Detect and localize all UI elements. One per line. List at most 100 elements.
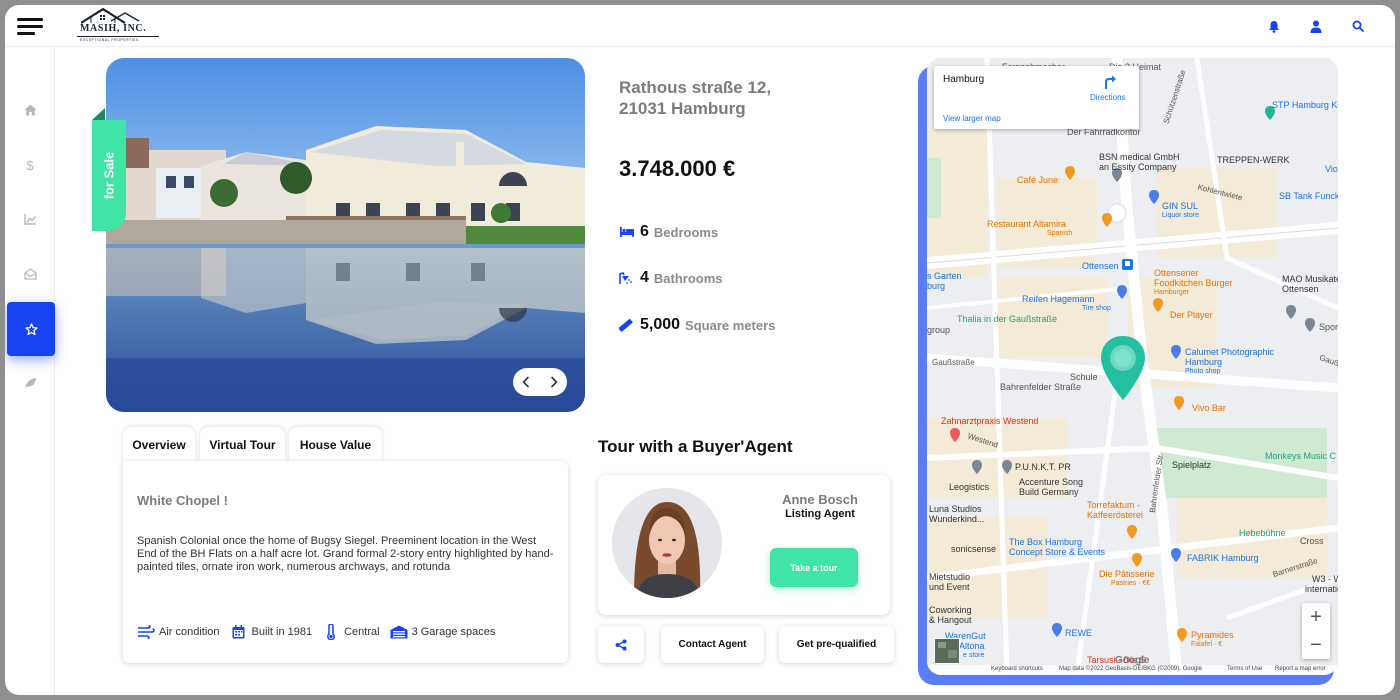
map-label: sonicsense — [951, 544, 997, 554]
share-icon — [615, 639, 627, 650]
overview-description: Spanish Colonial once the home of Bugsy … — [137, 535, 554, 573]
map-label: an Essity Company — [1099, 162, 1177, 172]
bell-icon[interactable] — [1265, 17, 1283, 35]
food-pin-icon — [1153, 298, 1163, 312]
tab-virtual-tour[interactable]: Virtual Tour — [200, 427, 285, 463]
agent-role: Listing Agent — [785, 508, 855, 520]
shop-pin-icon — [1171, 548, 1181, 562]
feature-bathrooms: 4 Bathrooms — [619, 266, 723, 290]
sidebar-item-home[interactable] — [5, 83, 55, 137]
share-button[interactable] — [598, 626, 644, 663]
map-label: Spielplatz — [1172, 460, 1212, 470]
map-label: e store — [963, 652, 985, 659]
map-label: Vivo Bar — [1192, 403, 1226, 413]
map-label: BSN medical GmbH — [1099, 152, 1180, 162]
star-icon — [24, 322, 38, 335]
map-label: Reifen Hagemann — [1022, 294, 1095, 304]
map-label: Concept Store & Events — [1009, 547, 1106, 557]
poi-pin-icon — [1002, 460, 1012, 474]
map-label: Wunderkind... — [929, 514, 985, 524]
sidebar-item-pricing[interactable]: $ — [5, 138, 55, 192]
map-label: Spanish — [1047, 230, 1073, 237]
top-bar: MASIH, INC. EXCEPTIONAL PROPERTIES — [5, 5, 1395, 47]
company-logo[interactable]: MASIH, INC. EXCEPTIONAL PROPERTIES — [77, 7, 161, 45]
chart-icon — [23, 214, 36, 225]
map-label: GIN SUL — [1162, 201, 1199, 211]
contact-agent-button[interactable]: Contact Agent — [661, 626, 764, 663]
map-label: Altona — [959, 641, 985, 651]
amenity-garage: 3 Garage spaces — [390, 624, 496, 640]
map-city: Hamburg — [943, 74, 985, 85]
map-label: Schule — [1070, 372, 1098, 382]
zoom-in-button[interactable]: + — [1302, 603, 1330, 631]
location-map[interactable]: Fernsehmacher Die 3 Heimat Schützenstraß… — [927, 58, 1338, 675]
user-icon[interactable] — [1307, 17, 1325, 35]
train-station-icon — [1122, 259, 1133, 270]
badge-fold — [92, 108, 105, 120]
shower-icon — [619, 270, 637, 286]
map-label: Liquor store — [1162, 212, 1199, 219]
for-sale-label: for Sale — [101, 151, 117, 200]
food-pin-icon — [1065, 166, 1075, 180]
map-label: Ottensen — [1082, 261, 1119, 271]
agent-card: Anne Bosch Listing Agent Take a tour — [598, 475, 890, 615]
zoom-out-button[interactable]: − — [1302, 631, 1330, 659]
photo-slider-controls — [513, 368, 567, 396]
map-label: Monkeys Music C — [1265, 451, 1337, 461]
map-label: & Hangout — [929, 615, 972, 625]
chevron-right-icon[interactable] — [547, 374, 561, 390]
amenity-air-condition: Air condition — [137, 624, 220, 640]
feature-bedrooms: 6 Bedrooms — [619, 220, 718, 244]
map-label: Hebebühne — [1239, 528, 1286, 538]
property-photo — [106, 58, 585, 412]
take-a-tour-button[interactable]: Take a tour — [770, 548, 858, 587]
tab-house-value[interactable]: House Value — [289, 427, 382, 463]
tab-overview[interactable]: Overview — [123, 427, 195, 463]
ruler-icon — [619, 317, 637, 333]
view-larger-map-link[interactable]: View larger map — [943, 114, 1001, 123]
map-label: Restaurant Altamira — [987, 219, 1067, 229]
area-label: Square meters — [685, 317, 776, 333]
map-label: Tire shop — [1082, 305, 1111, 312]
chevron-left-icon[interactable] — [519, 374, 533, 390]
map-label: internation — [1305, 584, 1338, 594]
menu-icon[interactable] — [17, 16, 45, 36]
tour-section-title: Tour with a Buyer'Agent — [598, 437, 793, 456]
shop-pin-icon — [1117, 285, 1127, 299]
map-data-text: Map data ©2022 GeoBasis-DE/BKG (©2009), … — [1059, 666, 1202, 672]
map-label: Gaußstraße — [932, 358, 975, 367]
report-error-link[interactable]: Report a map error — [1275, 666, 1326, 672]
map-label: Café June — [1017, 175, 1059, 185]
map-label: Falafel · € — [1191, 641, 1223, 648]
amenities-list: Air condition Built in 1981 Central 3 Ga… — [137, 624, 505, 640]
amenity-label: 3 Garage spaces — [411, 626, 496, 638]
map-label: Mietstudio — [929, 572, 971, 582]
map-label: group — [927, 325, 951, 335]
directions-link[interactable]: Directions — [1090, 93, 1126, 102]
map-label: Foodkitchen Burger — [1154, 278, 1233, 288]
food-pin-icon — [1132, 553, 1142, 567]
location-pin-icon — [1101, 336, 1145, 400]
food-pin-icon — [1102, 213, 1112, 227]
keyboard-shortcuts-link[interactable]: Keyboard shortcuts — [991, 666, 1043, 672]
sidebar-item-analytics[interactable] — [5, 192, 55, 246]
sidebar-item-eco[interactable] — [5, 356, 55, 410]
satellite-toggle[interactable] — [934, 638, 960, 664]
map-label: Leogistics — [949, 482, 990, 492]
map-label: Coworking — [929, 605, 972, 615]
map-label: Die Pâtisserie — [1099, 569, 1155, 579]
sidebar-item-favorites[interactable] — [7, 302, 55, 356]
sidebar-item-inbox[interactable] — [5, 247, 55, 301]
bedrooms-count: 6 — [640, 223, 649, 240]
map-label: Pyramides — [1191, 630, 1234, 640]
calendar-icon — [230, 624, 248, 640]
search-icon[interactable] — [1349, 17, 1367, 35]
sidebar: $ — [5, 47, 55, 695]
map-label: Zahnarztpraxis Westend — [941, 416, 1039, 426]
svg-text:$: $ — [26, 158, 34, 172]
get-prequalified-button[interactable]: Get pre-qualified — [779, 626, 894, 663]
directions-icon[interactable] — [1103, 74, 1119, 90]
terms-link[interactable]: Terms of Use — [1227, 666, 1262, 672]
amenity-heating: Central — [322, 624, 380, 640]
top-actions — [1265, 17, 1367, 35]
